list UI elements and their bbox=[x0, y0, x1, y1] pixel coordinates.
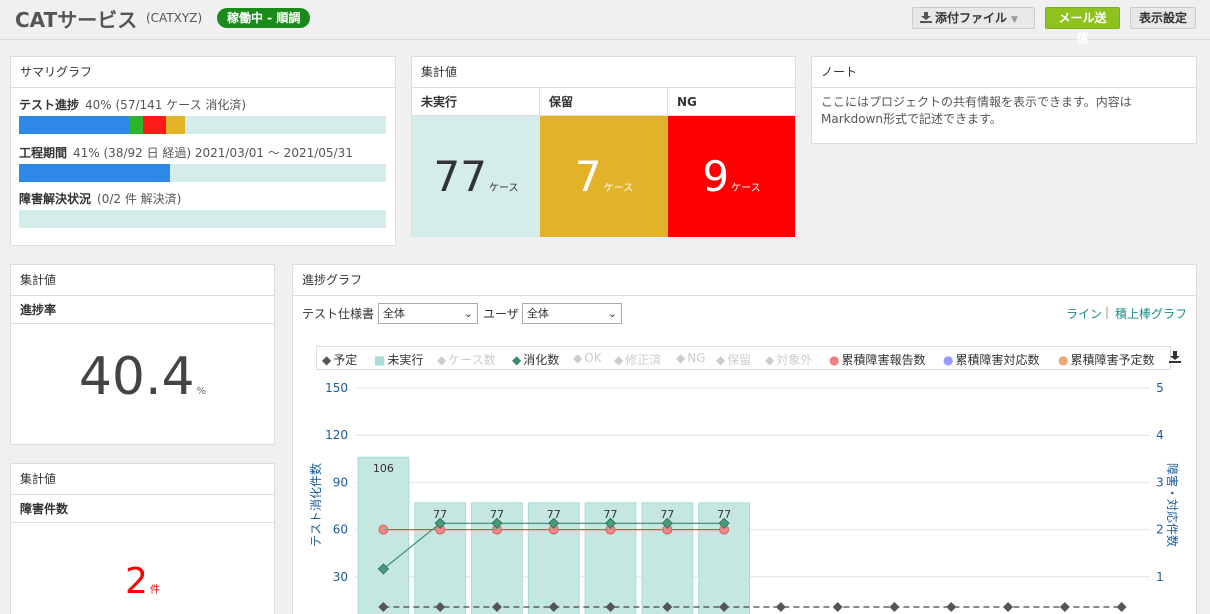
defect-report-point bbox=[378, 524, 389, 535]
y2-tick-label: 3 bbox=[1156, 475, 1164, 489]
y-axis-label: テスト消化件数 bbox=[308, 463, 323, 547]
y-tick-label: 30 bbox=[333, 570, 348, 584]
plan-point bbox=[1116, 602, 1127, 612]
plan-point bbox=[775, 602, 786, 612]
y-tick-label: 120 bbox=[325, 428, 348, 442]
y-tick-label: 150 bbox=[325, 381, 348, 395]
plan-point bbox=[889, 602, 900, 612]
y2-tick-label: 4 bbox=[1156, 428, 1164, 442]
plan-point bbox=[1003, 602, 1014, 612]
progress-chart: 30609012015012345テスト消化件数 障害・対応件数10677 77 77… bbox=[308, 381, 1180, 614]
plan-point bbox=[1059, 602, 1070, 612]
bar-value-label: 106 bbox=[373, 462, 394, 475]
bar bbox=[357, 456, 410, 614]
y2-tick-label: 1 bbox=[1156, 570, 1164, 584]
y-tick-label: 90 bbox=[333, 475, 348, 489]
plan-point bbox=[832, 602, 843, 612]
plan-point bbox=[946, 602, 957, 612]
y2-axis-label: 障害・対応件数 bbox=[1165, 463, 1180, 547]
y2-tick-label: 2 bbox=[1156, 523, 1164, 537]
y2-tick-label: 5 bbox=[1156, 381, 1164, 395]
y-tick-label: 60 bbox=[333, 523, 348, 537]
